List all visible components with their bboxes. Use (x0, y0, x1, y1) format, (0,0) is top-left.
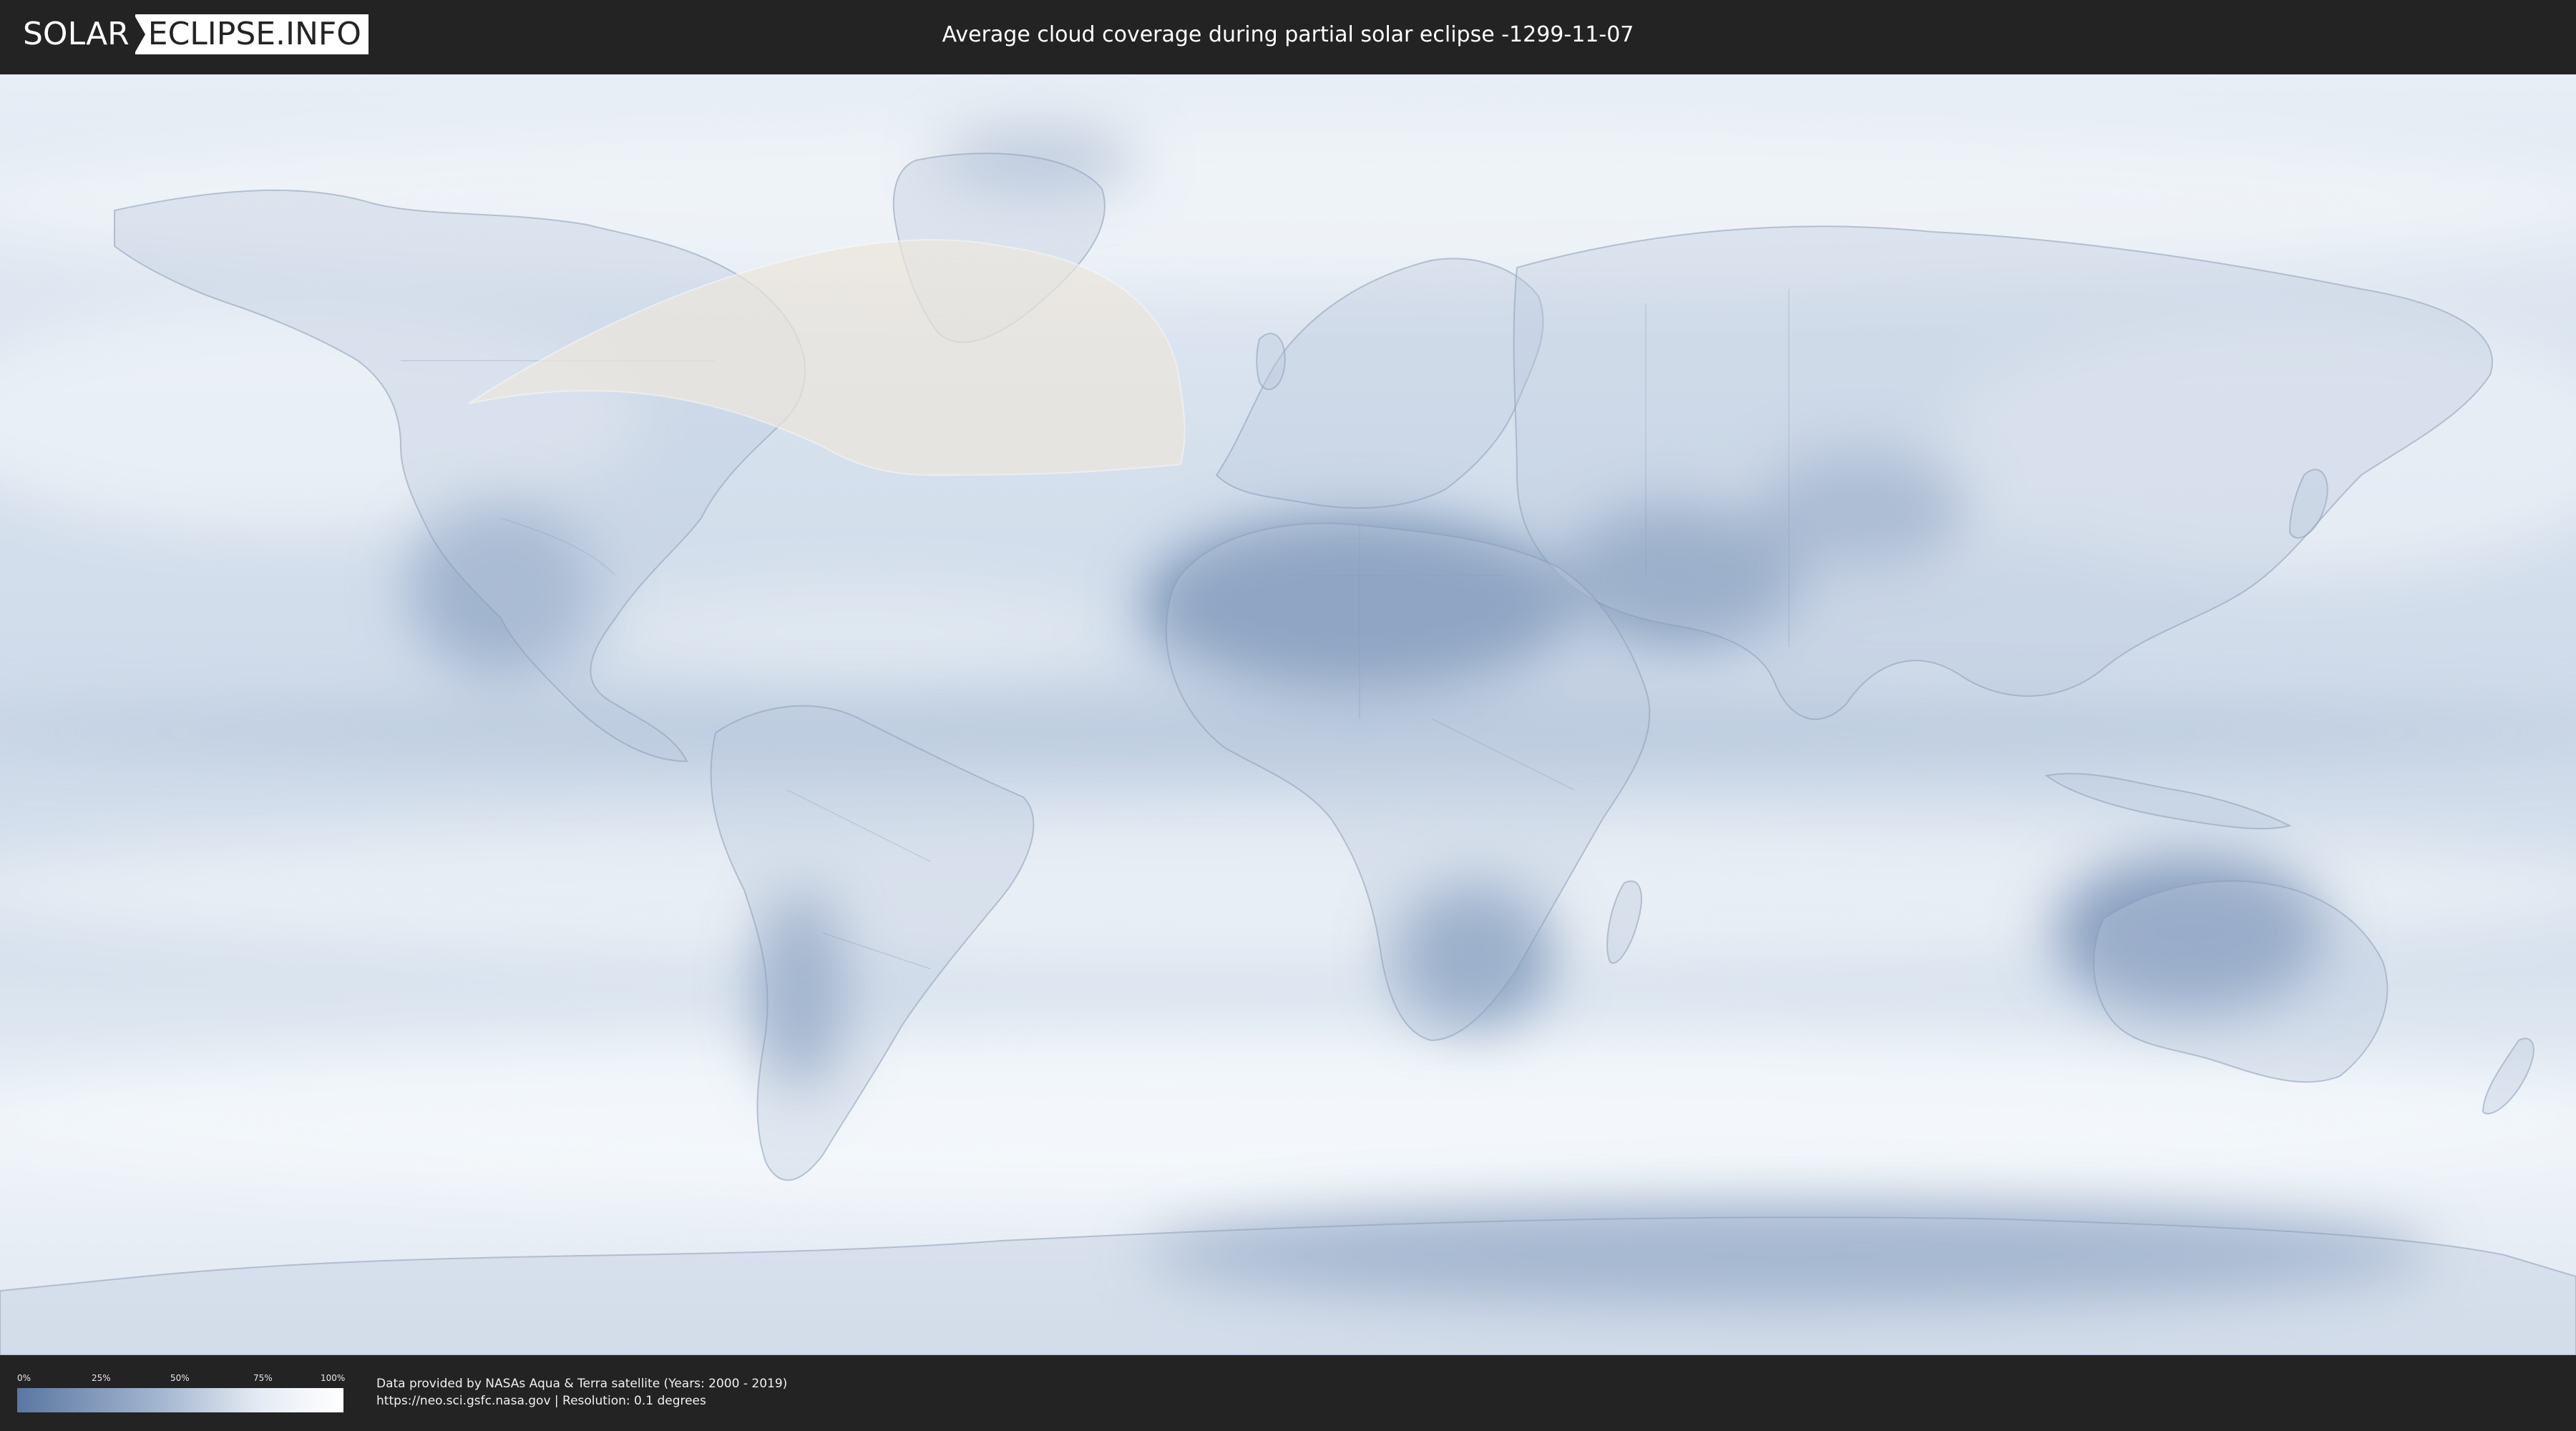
legend-tick-75: 75% (253, 1373, 273, 1383)
legend-tick-0: 0% (17, 1373, 31, 1383)
data-credits: Data provided by NASAs Aqua & Terra sate… (376, 1375, 787, 1410)
header-bar: SOLAR ECLIPSE.INFO Average cloud coverag… (0, 0, 2576, 72)
page-title: Average cloud coverage during partial so… (942, 22, 1634, 47)
legend-ticks: 0% 25% 50% 75% 100% (17, 1372, 346, 1384)
legend-tick-25: 25% (92, 1373, 111, 1383)
footer-bar: 0% 25% 50% 75% 100% Data provided by NAS… (0, 1357, 2576, 1431)
legend-tick-100: 100% (321, 1373, 346, 1383)
credit-line-1: Data provided by NASAs Aqua & Terra sate… (376, 1377, 788, 1391)
legend-tick-50: 50% (170, 1373, 190, 1383)
cloud-coverage-legend: 0% 25% 50% 75% 100% (17, 1372, 346, 1415)
cloud-coverage-map (0, 74, 2576, 1355)
uk-ireland (1256, 333, 1286, 391)
world-map-svg (0, 74, 2576, 1355)
credit-line-2[interactable]: https://neo.sci.gsfc.nasa.gov | Resoluti… (376, 1392, 787, 1410)
legend-gradient-bar (17, 1388, 343, 1412)
